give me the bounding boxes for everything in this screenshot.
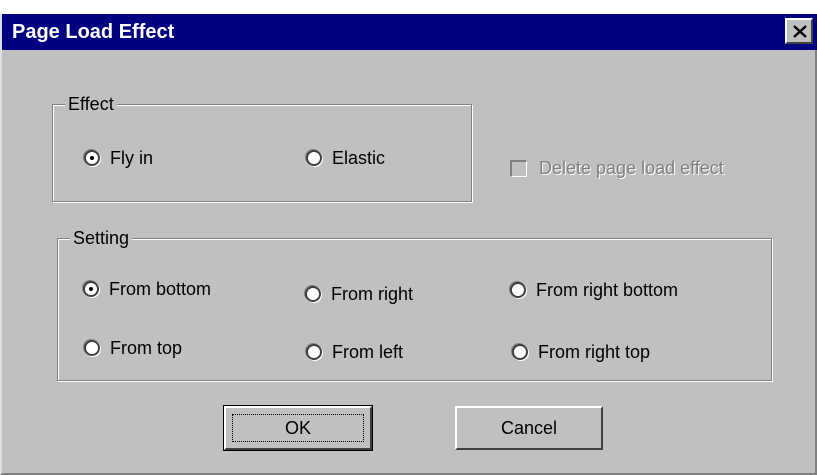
effect-group-label: Effect (65, 93, 117, 115)
close-button[interactable] (785, 18, 813, 44)
from-right-top-radio-button[interactable] (512, 344, 528, 360)
radio-from-top[interactable]: From top (84, 337, 182, 359)
elastic-radio-button[interactable] (306, 150, 322, 166)
radio-from-right-top[interactable]: From right top (512, 341, 650, 363)
elastic-label: Elastic (332, 148, 386, 168)
ok-focus-rect (232, 414, 364, 442)
from-top-label: From top (110, 338, 183, 358)
radio-from-bottom[interactable]: From bottom (83, 278, 211, 300)
cancel-button[interactable]: Cancel (455, 406, 603, 450)
radio-fly-in[interactable]: Fly in (84, 147, 153, 169)
delete-checkbox-box (510, 159, 527, 177)
from-right-top-label: From right top (538, 342, 651, 362)
from-bottom-label: From bottom (109, 279, 212, 299)
cancel-button-label: Cancel (500, 417, 558, 438)
ok-button[interactable]: OK (223, 405, 373, 451)
fly-in-label: Fly in (110, 148, 154, 168)
from-left-label: From left (332, 342, 404, 362)
setting-group-label: Setting (70, 227, 133, 249)
from-right-label: From right (331, 284, 414, 304)
title-bar: Page Load Effect (2, 14, 817, 50)
setting-groupbox: Setting (57, 227, 772, 381)
from-left-radio-button[interactable] (306, 344, 322, 360)
from-top-radio-button[interactable] (84, 340, 100, 356)
radio-elastic[interactable]: Elastic (306, 147, 385, 169)
from-right-radio-button[interactable] (305, 286, 321, 302)
from-right-bottom-radio-button[interactable] (510, 282, 526, 298)
radio-from-right-bottom[interactable]: From right bottom (510, 279, 678, 301)
radio-from-right[interactable]: From right (305, 283, 413, 305)
from-bottom-radio-button[interactable] (83, 281, 99, 297)
close-x-icon (793, 25, 807, 38)
delete-checkbox-label: Delete page load effect (539, 158, 724, 178)
delete-page-load-effect-checkbox: Delete page load effect (510, 157, 724, 179)
dialog-title: Page Load Effect (12, 21, 175, 43)
fly-in-radio-button[interactable] (84, 150, 100, 166)
page-load-effect-dialog: Page Load Effect Effect Fly in Elastic D… (0, 14, 817, 475)
radio-from-left[interactable]: From left (306, 341, 403, 363)
from-right-bottom-label: From right bottom (536, 280, 679, 300)
